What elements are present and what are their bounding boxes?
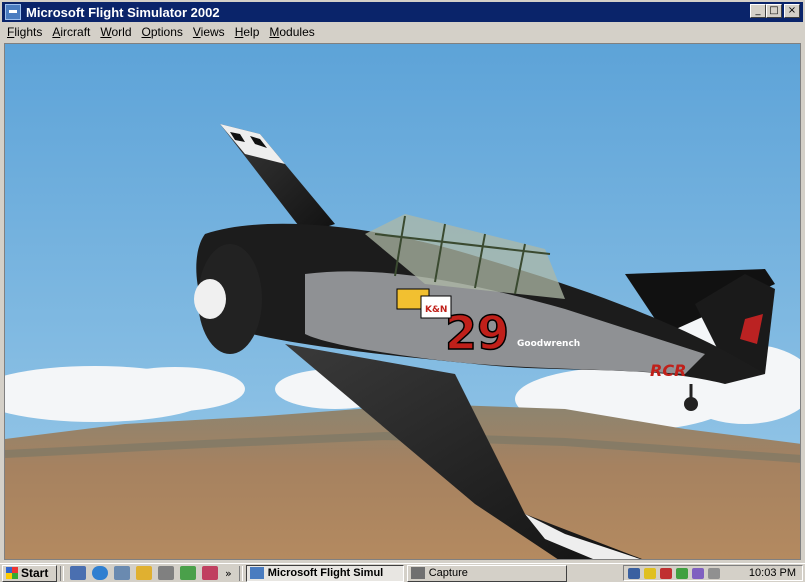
start-button[interactable]: Start [2, 564, 57, 582]
taskbar-separator [238, 565, 243, 581]
decal-kn: K&N [425, 305, 447, 315]
decal-rcr: RCR [650, 361, 686, 380]
menu-aircraft[interactable]: Aircraft [47, 25, 95, 39]
maximize-button[interactable]: □ [766, 4, 782, 18]
ie-icon[interactable] [92, 566, 108, 580]
update-icon[interactable] [676, 567, 688, 579]
menu-modules[interactable]: Modules [264, 25, 319, 39]
desktop-icon[interactable] [70, 566, 86, 580]
app-icon[interactable] [5, 4, 21, 20]
taskbar: Start » Microsoft Flight Simul Capture 1… [0, 563, 805, 582]
volume-icon[interactable] [644, 567, 656, 579]
tray-app-icon[interactable] [708, 567, 720, 579]
chevron-icon[interactable]: » [225, 567, 232, 580]
app-quicklaunch-icon[interactable] [158, 566, 174, 580]
security-icon[interactable] [660, 567, 672, 579]
capture-icon [410, 567, 425, 579]
app-window: Microsoft Flight Simulator 2002 _ □ × Fl… [0, 0, 805, 563]
network-icon[interactable] [628, 567, 640, 579]
program-icon[interactable] [180, 566, 196, 580]
messenger-icon[interactable] [692, 567, 704, 579]
clock[interactable]: 10:03 PM [749, 567, 796, 579]
menu-flights[interactable]: Flights [2, 25, 47, 39]
aircraft-number: 29 [445, 306, 509, 360]
title-bar[interactable]: Microsoft Flight Simulator 2002 _ □ × [2, 2, 803, 22]
close-button[interactable]: × [784, 4, 800, 18]
tool-icon[interactable] [202, 566, 218, 580]
scene-svg: 29 K&N Goodwrench RCR [5, 44, 800, 559]
taskbar-separator [60, 565, 64, 581]
decal-goodwrench: Goodwrench [517, 339, 580, 349]
task-capture[interactable]: Capture [406, 564, 567, 582]
minimize-button[interactable]: _ [750, 4, 766, 18]
system-tray: 10:03 PM [623, 565, 803, 581]
menu-views[interactable]: Views [188, 25, 230, 39]
window-controls: _ □ × [750, 4, 800, 18]
explorer-icon[interactable] [114, 566, 130, 580]
window-title: Microsoft Flight Simulator 2002 [26, 4, 220, 20]
fs-icon [249, 567, 264, 579]
flight-view[interactable]: 29 K&N Goodwrench RCR [4, 43, 801, 560]
menu-options[interactable]: Options [137, 25, 188, 39]
windows-logo-icon [6, 567, 18, 579]
task-flight-simulator[interactable]: Microsoft Flight Simul [245, 564, 404, 582]
menu-world[interactable]: World [95, 25, 136, 39]
media-icon[interactable] [136, 566, 152, 580]
menu-bar: Flights Aircraft World Options Views Hel… [2, 22, 803, 42]
menu-help[interactable]: Help [230, 25, 265, 39]
